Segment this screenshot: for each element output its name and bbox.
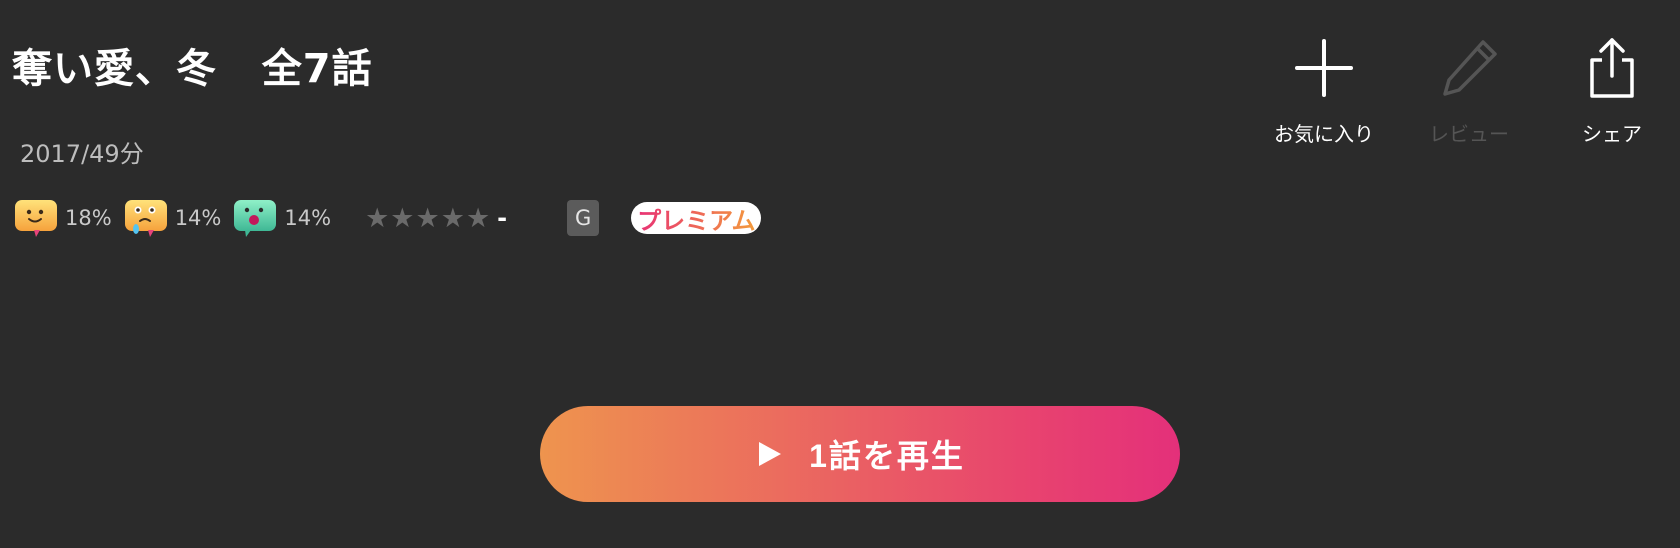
star-rating: ★ ★ ★ ★ ★ - bbox=[365, 204, 507, 232]
play-episode-label: 1話を再生 bbox=[809, 438, 965, 474]
reaction-crying-percent: 14% bbox=[174, 206, 222, 230]
stats-row: 18% 14% 14% ★ ★ ★ ★ ★ - G プレミアム bbox=[14, 198, 762, 238]
rating-value: - bbox=[497, 204, 508, 232]
premium-label: プレミアム bbox=[637, 201, 755, 236]
crying-emoji-icon bbox=[124, 200, 167, 237]
title-name: 奪い愛、冬 bbox=[12, 46, 217, 92]
reaction-scared: 14% bbox=[233, 198, 331, 238]
review-button[interactable]: レビュー bbox=[1404, 36, 1534, 147]
favorite-button[interactable]: お気に入り bbox=[1259, 36, 1389, 147]
plus-icon bbox=[1295, 39, 1353, 97]
reaction-scared-percent: 14% bbox=[284, 206, 332, 230]
share-label: シェア bbox=[1582, 122, 1642, 146]
play-episode-button[interactable]: 1話を再生 bbox=[540, 406, 1180, 502]
play-icon bbox=[759, 442, 782, 466]
star-icon: ★ bbox=[390, 202, 415, 234]
share-button[interactable]: シェア bbox=[1547, 36, 1677, 147]
smile-emoji-icon bbox=[15, 200, 57, 237]
scared-emoji-icon bbox=[234, 200, 277, 237]
title-text: 奪い愛、冬 全7話 bbox=[12, 36, 373, 94]
share-icon bbox=[1590, 38, 1634, 98]
star-icon: ★ bbox=[465, 202, 491, 234]
favorite-label: お気に入り bbox=[1274, 122, 1374, 146]
pencil-icon bbox=[1443, 40, 1497, 96]
reaction-crying: 14% bbox=[124, 198, 222, 238]
reaction-smile: 18% bbox=[14, 198, 112, 238]
year-duration: 2017/49分 bbox=[20, 140, 144, 168]
premium-badge: プレミアム bbox=[631, 201, 762, 236]
age-rating-badge: G bbox=[567, 200, 600, 236]
star-icon: ★ bbox=[440, 202, 465, 234]
star-icon: ★ bbox=[415, 202, 440, 234]
review-label: レビュー bbox=[1429, 122, 1509, 146]
star-icon: ★ bbox=[365, 202, 390, 234]
title-episodes: 全7話 bbox=[261, 46, 373, 92]
reaction-smile-percent: 18% bbox=[65, 206, 112, 230]
